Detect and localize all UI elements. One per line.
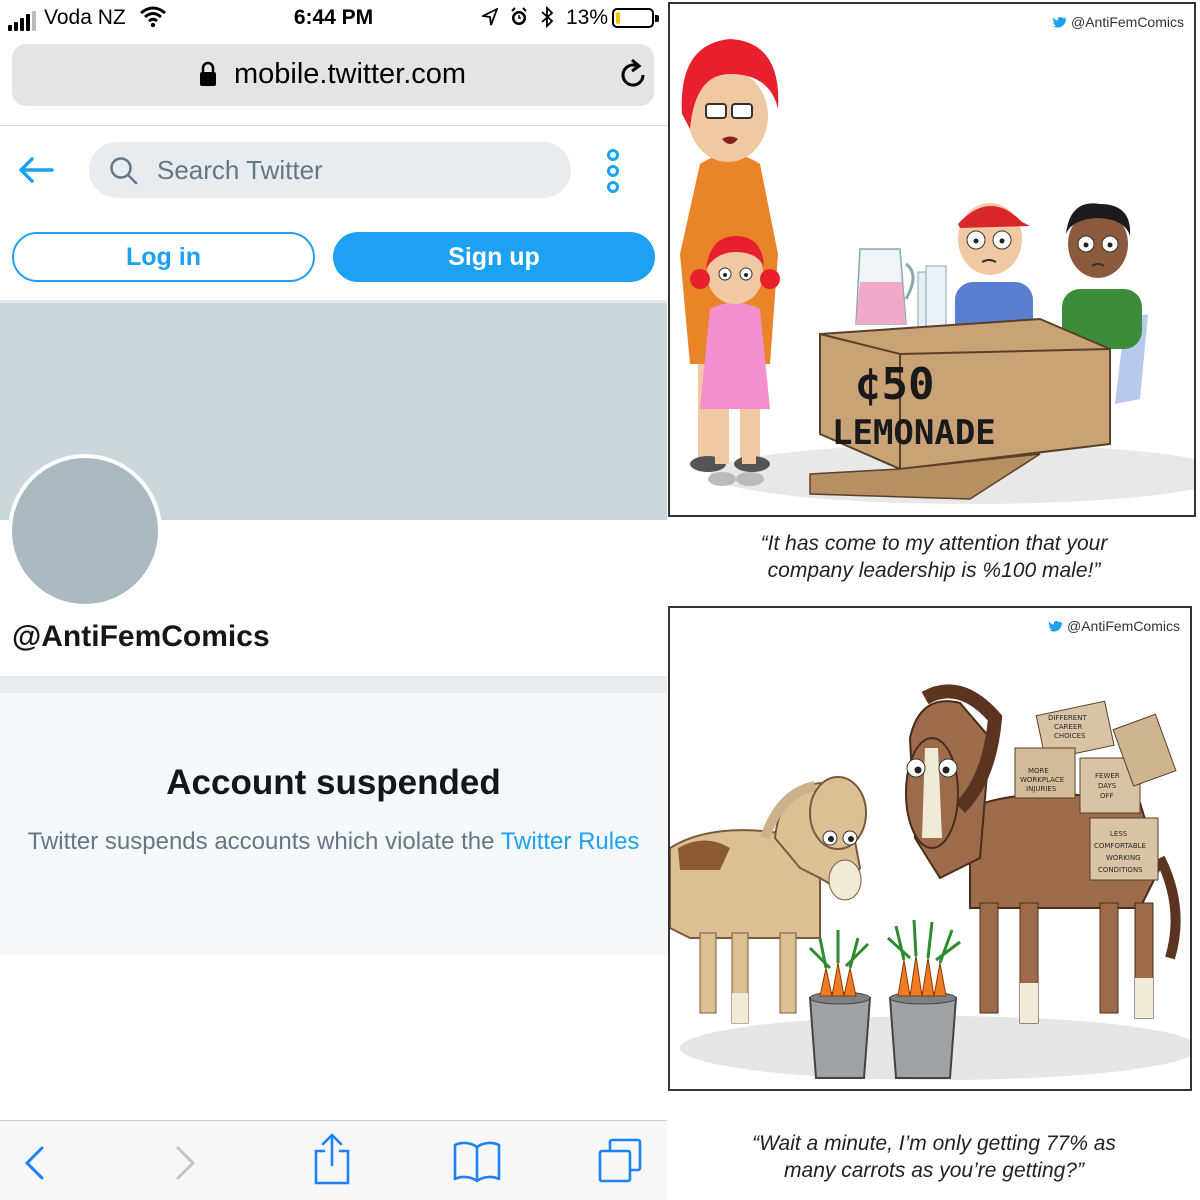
url-text: mobile.twitter.com [234,58,467,90]
box-label: CONDITIONS [1098,866,1143,874]
box-label: COMFORTABLE [1094,842,1146,850]
back-arrow-icon[interactable] [16,154,56,186]
search-placeholder: Search Twitter [157,155,323,185]
status-icons [482,6,554,28]
comic-panel-horses: @AntiFemComics DIFFERENT CAREER CHOICES … [668,606,1192,1091]
caption-line: “It has come to my attention that your [760,532,1108,555]
lock-icon [200,61,216,86]
address-bar[interactable]: mobile.twitter.com [12,44,654,106]
battery-fill [616,12,620,24]
search-icon [110,157,138,185]
forward-chevron-icon[interactable] [174,1145,198,1181]
search-input[interactable]: Search Twitter [89,142,571,198]
caption-line: company leadership is %100 male!” [767,559,1101,582]
sign-lemonade: LEMONADE [832,413,996,453]
suspension-notice: Account suspended Twitter suspends accou… [0,693,667,955]
more-options-icon[interactable] [602,148,624,194]
bookmarks-icon[interactable] [452,1139,502,1183]
box-label: CHOICES [1054,732,1086,740]
box-label: OFF [1100,792,1114,800]
box-label: INJURIES [1026,785,1057,793]
alarm-icon [511,7,527,25]
reload-icon[interactable] [616,58,650,92]
box-label: LESS [1110,830,1128,838]
bluetooth-icon [541,6,554,28]
box-label: MORE [1028,767,1049,775]
signup-button[interactable]: Sign up [333,232,655,282]
location-icon [482,8,498,26]
suspension-message: Twitter suspends accounts which violate … [20,825,647,858]
caption-line: “Wait a minute, I’m only getting 77% as [752,1132,1116,1155]
twitter-rules-link[interactable]: Twitter Rules [501,828,640,855]
twitter-header: Search Twitter [0,126,667,216]
profile-handle: @AntiFemComics [12,620,270,653]
box-label: DAYS [1098,782,1117,790]
box-label: DIFFERENT [1048,714,1087,722]
box-label: CAREER [1054,723,1082,731]
caption-line: many carrots as you’re getting?” [784,1159,1084,1182]
battery-icon [612,8,659,28]
sign-price: ¢50 [855,359,934,410]
back-chevron-icon[interactable] [22,1145,46,1181]
battery-percentage: 13% [566,6,609,29]
share-icon[interactable] [312,1133,352,1185]
comic-caption-horses: “Wait a minute, I’m only getting 77% as … [668,1130,1200,1184]
comic-caption-lemonade: “It has come to my attention that your c… [668,530,1200,584]
horses-illustration: DIFFERENT CAREER CHOICES MORE WORKPLACE … [670,684,1190,1080]
login-button[interactable]: Log in [12,232,315,282]
avatar [8,454,162,608]
lemonade-illustration: ¢50 LEMONADE [680,39,1194,504]
box-label: FEWER [1095,772,1120,780]
box-label: WORKING [1106,854,1141,862]
comic-panel-lemonade: @AntiFemComics ¢50 LEMONADE [668,2,1196,517]
suspension-title: Account suspended [166,763,501,802]
tabs-icon[interactable] [596,1137,646,1185]
status-bar: Voda NZ 6:44 PM 13% [0,0,667,36]
suspension-text: Twitter suspends accounts which violate … [27,828,501,855]
safari-toolbar [0,1120,667,1200]
box-label: WORKPLACE [1020,776,1064,784]
phone-screenshot: Voda NZ 6:44 PM 13% mobile.twitter.com S… [0,0,667,1200]
section-separator [0,676,667,693]
